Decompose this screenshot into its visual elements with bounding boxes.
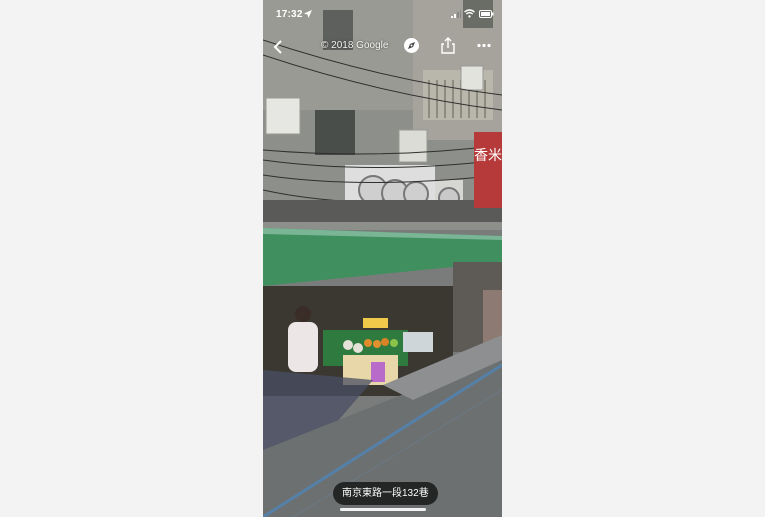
window [315,110,355,155]
location-arrow-icon [304,10,312,18]
copyright-text: © 2018 Google [321,40,389,51]
share-icon[interactable] [441,37,455,54]
hanging-bag [371,362,385,382]
cellular-signal-icon [451,10,461,18]
street-view-panorama[interactable]: 香米 [263,0,502,517]
shopper [288,322,318,372]
status-bar: 17:32 [263,0,502,30]
produce-box [363,318,388,328]
street-view-toolbar: © 2018 Google [263,36,502,58]
ac-unit [265,97,301,135]
home-indicator[interactable] [340,508,426,511]
ellipsis-icon[interactable] [477,43,491,48]
shop-sign [474,132,502,208]
street-view-screen[interactable]: 香米 17:32 © 2018 Google 南京東路一段132巷 [263,0,502,517]
ac-unit [460,65,484,91]
chevron-left-icon[interactable] [270,38,288,56]
status-time: 17:32 [276,9,303,20]
wifi-icon [464,9,475,18]
shopper-head [295,306,311,322]
plastic-crate [403,332,433,352]
shop-sign-text: 香米 [474,148,502,164]
battery-icon [479,10,494,18]
compass-icon[interactable] [404,38,419,53]
street-name-pill[interactable]: 南京東路一段132巷 [333,482,438,505]
ac-unit [398,129,428,163]
building-ledge [263,200,502,222]
